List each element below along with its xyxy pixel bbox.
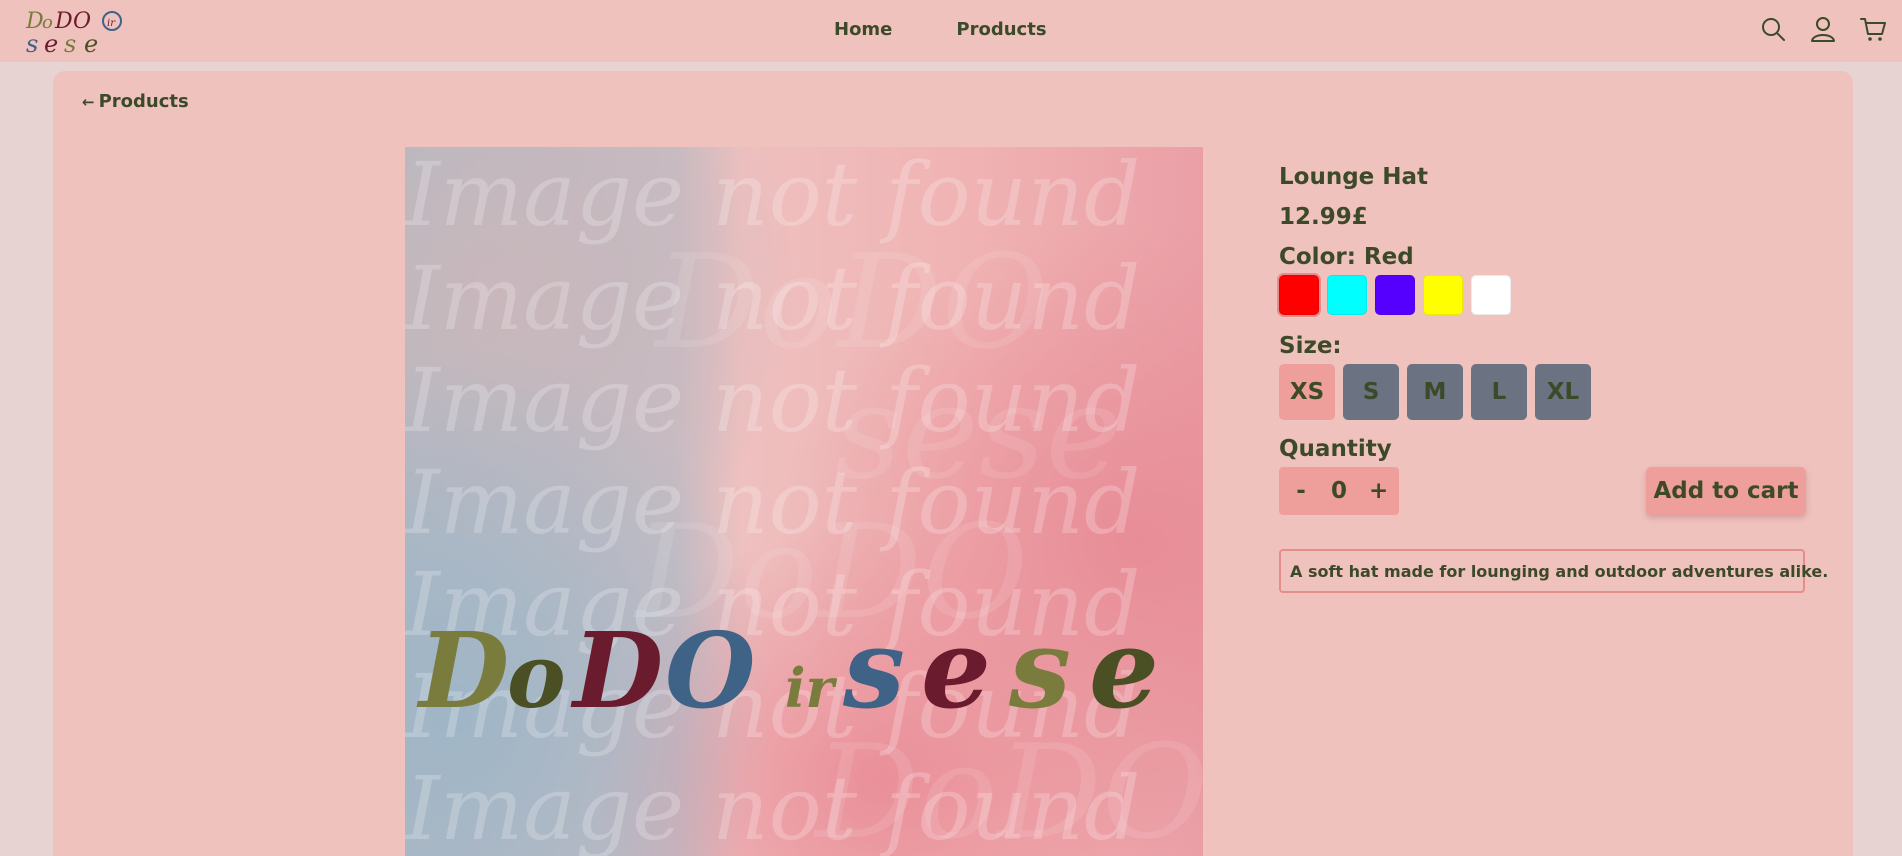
brand-letter: o <box>507 624 566 728</box>
svg-text:e: e <box>84 30 98 56</box>
product-price: 12.99£ <box>1279 204 1368 230</box>
brand-logo[interactable]: D o D O ir s e s e <box>24 6 124 58</box>
cart-icon[interactable] <box>1860 16 1886 42</box>
quantity-decrement-button[interactable]: - <box>1293 478 1309 504</box>
top-header: D o D O ir s e s e Home Products <box>0 0 1902 62</box>
product-title: Lounge Hat <box>1279 164 1429 190</box>
quantity-label: Quantity <box>1279 436 1392 462</box>
size-option-xl[interactable]: XL <box>1535 364 1591 420</box>
color-swatch-yellow[interactable] <box>1423 275 1463 315</box>
image-placeholder: Image not found Image not found Image no… <box>405 147 1203 856</box>
color-swatch-red[interactable] <box>1279 275 1319 315</box>
brand-letter: s <box>1008 604 1071 733</box>
nav-products[interactable]: Products <box>956 19 1046 40</box>
product-description: A soft hat made for lounging and outdoor… <box>1279 549 1828 593</box>
user-icon[interactable] <box>1810 16 1836 42</box>
watermark-brand: sese <box>835 356 1122 508</box>
color-label: Color: Red <box>1279 244 1414 270</box>
product-image: Image not found Image not found Image no… <box>405 147 1203 856</box>
search-icon[interactable] <box>1760 16 1786 42</box>
add-to-cart-button[interactable]: Add to cart <box>1646 467 1806 515</box>
back-link-label: Products <box>98 91 189 112</box>
arrow-left-icon: ← <box>82 93 95 111</box>
svg-text:ir: ir <box>107 18 116 29</box>
quantity-value[interactable]: 0 <box>1331 478 1347 504</box>
size-option-s[interactable]: S <box>1343 364 1399 420</box>
brand-letter: e <box>1089 604 1159 733</box>
back-to-products-link[interactable]: ← Products <box>82 91 189 112</box>
watermark-brand: DoDO <box>813 716 1203 856</box>
brand-letter: D <box>416 609 509 732</box>
brand-logo-mark: D o D O ir s e s e <box>25 9 122 58</box>
svg-text:s: s <box>26 30 38 56</box>
brand-letter: e <box>921 604 991 733</box>
color-swatch-purple[interactable] <box>1375 275 1415 315</box>
main-nav: Home Products <box>834 19 1047 40</box>
brand-letter: O <box>665 609 756 732</box>
size-label: Size: <box>1279 333 1342 359</box>
quantity-increment-button[interactable]: + <box>1369 478 1388 504</box>
svg-text:e: e <box>44 30 58 56</box>
size-option-xs[interactable]: XS <box>1279 364 1335 420</box>
header-actions <box>1760 16 1886 42</box>
size-option-l[interactable]: L <box>1471 364 1527 420</box>
quantity-stepper: - 0 + <box>1279 467 1399 515</box>
svg-text:s: s <box>64 30 76 56</box>
size-options: XS S M L XL <box>1279 364 1591 420</box>
color-swatch-white[interactable] <box>1471 275 1511 315</box>
brand-letter: s <box>842 604 905 733</box>
nav-home[interactable]: Home <box>834 19 892 40</box>
color-swatches <box>1279 275 1511 315</box>
product-card: ← Products Image not found Image not foun… <box>53 71 1853 856</box>
color-swatch-cyan[interactable] <box>1327 275 1367 315</box>
size-option-m[interactable]: M <box>1407 364 1463 420</box>
brand-letter: ir <box>785 656 838 720</box>
brand-letter: D <box>570 609 663 732</box>
